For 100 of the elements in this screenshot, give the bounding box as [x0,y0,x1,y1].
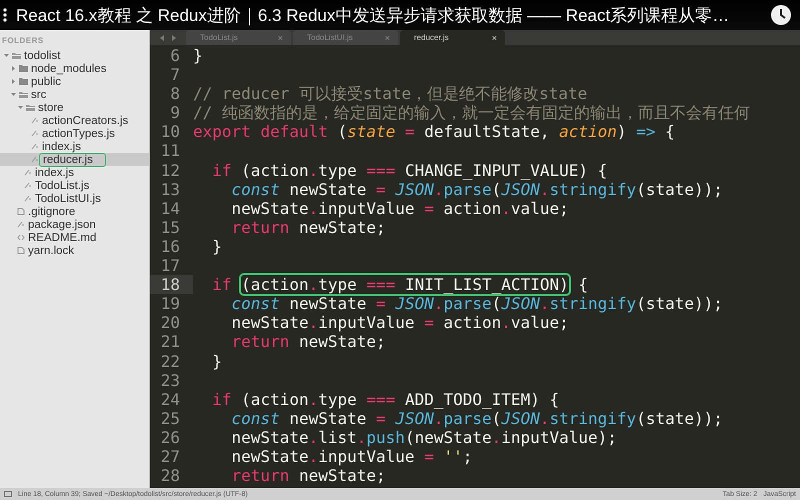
code-token: ; [462,446,472,466]
file-name[interactable]: package.json [28,218,96,230]
script-file-icon [24,169,32,176]
code-token: (state)); [636,294,723,314]
sidebar-header: FOLDERS [2,36,44,45]
code-token: const [232,180,280,199]
code-token: return [232,218,290,237]
code-token: . [492,428,502,447]
code-token: { [578,275,588,294]
code-token: . [501,198,511,218]
menu-icon[interactable] [2,8,8,22]
line-number: 23 [160,370,181,390]
code-token: . [434,408,444,428]
code-token: ) [616,122,627,142]
code-token: . [434,294,444,314]
code-token: (state)); [636,408,723,428]
line-number: 21 [160,332,181,352]
file-name[interactable]: reducer.js [39,152,106,166]
line-number: 14 [160,198,181,218]
file-name[interactable]: actionTypes.js [42,128,115,140]
code-token: export [193,122,251,142]
code-token: type [318,160,357,180]
code-token: = [424,313,434,332]
folder-name[interactable]: store [38,102,64,114]
code-token: = [404,122,415,142]
code-token: '' [443,446,463,466]
code-token: = [424,446,434,466]
line-number: 18 [150,275,193,294]
line-number: 10 [160,122,181,142]
code-token: . [501,313,511,332]
code-token: push [366,428,405,447]
tab-label: TodoList.js [200,33,238,42]
code-token: === [366,390,396,409]
folder-name[interactable]: node_modules [31,62,106,74]
clock-icon[interactable] [770,4,792,26]
code-token: inputValue [318,446,415,466]
code-token: (action [241,160,309,180]
selected-row[interactable]: reducer.js [0,153,149,166]
line-number: 19 [160,294,181,314]
line-number: 26 [160,428,181,447]
code-token: . [308,390,318,409]
folder-icon [26,104,35,111]
code-token: JSON [395,408,434,428]
expanded-arrow-icon[interactable] [11,92,16,97]
code-token: stringify [549,180,636,199]
code-token: . [308,198,318,218]
folder-name[interactable]: todolist [24,50,60,62]
expanded-arrow-icon[interactable] [4,53,9,58]
code-token: value; [510,198,569,218]
code-token: . [356,428,366,447]
code-token: return [232,332,290,352]
file-name[interactable]: yarn.lock [28,244,74,256]
panel-icon[interactable] [4,491,12,497]
file-name[interactable]: actionCreators.js [42,114,128,126]
folder-name[interactable]: public [31,76,62,88]
code-token: (newState [404,428,492,447]
code-token: newState [232,446,309,466]
code-token: (action [241,390,309,409]
code-token: newState; [298,332,386,352]
folder-name[interactable]: src [31,88,46,100]
folder-icon [12,52,21,59]
code-token: JSON [501,294,540,314]
collapsed-arrow-icon[interactable] [11,79,16,84]
file-name[interactable]: TodoList.js [35,180,90,192]
expanded-arrow-icon[interactable] [18,105,23,110]
code-token: if [212,160,232,180]
line-number: 12 [160,160,181,180]
code-token: (state)); [636,180,723,199]
video-title: React 16.x教程 之 Redux进阶｜6.3 Redux中发送异步请求获取数据 —— React系列课程从零… [16,4,730,26]
code-token: . [308,446,318,466]
code-token: default [260,122,328,142]
code-token: state [347,122,396,142]
file-name[interactable]: index.js [35,166,74,178]
code-token: newState [232,198,309,218]
file-name[interactable]: .gitignore [28,206,76,218]
tab-label: TodoListUI.js [307,33,353,42]
code-token: parse [444,408,492,428]
line-number: 11 [160,141,181,161]
file-name[interactable]: index.js [42,140,81,152]
code-token: } [212,236,222,256]
code-token: = [376,408,386,428]
close-icon[interactable]: × [492,32,497,42]
code-token: // 纯函数指的是，给定固定的输入，就一定会有固定的输出，而且不会有任何 [193,103,750,122]
code-token: ( [338,122,348,142]
line-number: 17 [160,256,181,276]
line-number: 24 [160,390,181,409]
code-token: defaultState, [424,122,550,142]
line-number: 15 [160,218,181,237]
code-token: parse [444,294,492,314]
file-icon [17,247,25,254]
file-name[interactable]: TodoListUI.js [35,192,101,204]
file-name[interactable]: README.md [28,232,96,244]
file-tab[interactable]: reducer.js × [400,30,505,45]
code-token: JSON [501,180,540,199]
script-file-icon [31,143,39,150]
collapsed-arrow-icon[interactable] [11,66,16,71]
code-token: if [212,275,232,294]
tab-nav-arrows-icon[interactable] [160,34,176,40]
code-token: if [212,390,232,409]
script-file-icon [24,182,32,189]
